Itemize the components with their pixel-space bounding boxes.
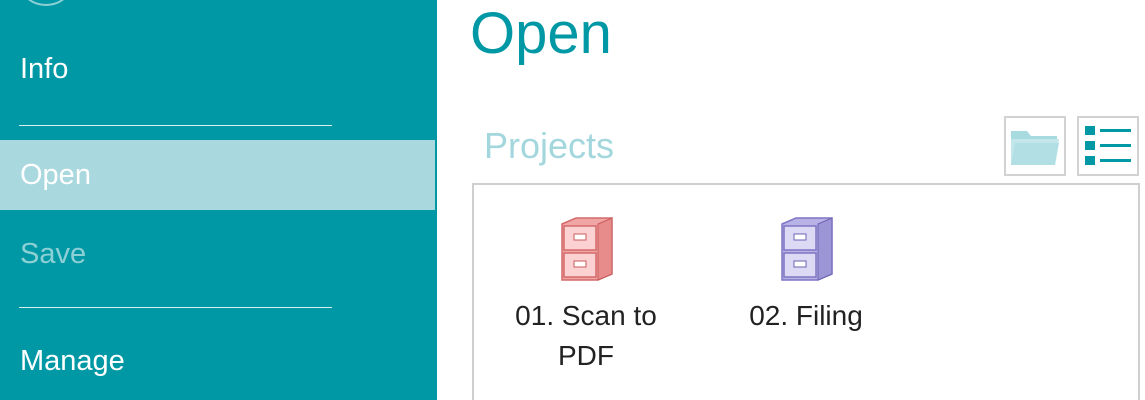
sidebar: Info Open Save Manage (0, 0, 437, 400)
back-button[interactable] (22, 0, 70, 6)
folder-icon (1011, 131, 1059, 165)
list-view-button[interactable] (1077, 116, 1139, 176)
sidebar-item-label: Info (20, 52, 69, 85)
list-view-icon (1085, 126, 1131, 165)
sidebar-divider (19, 307, 332, 308)
cabinet-red-icon (561, 217, 613, 281)
sidebar-item-label: Manage (20, 344, 125, 377)
project-label: 01. Scan to PDF (515, 300, 657, 371)
browse-folder-button[interactable] (1004, 116, 1066, 176)
sidebar-item-open[interactable]: Open (0, 140, 435, 210)
sidebar-item-manage[interactable]: Manage (0, 326, 435, 396)
sidebar-item-info[interactable]: Info (0, 34, 435, 104)
sidebar-item-label: Open (20, 158, 91, 191)
cabinet-purple-icon (781, 217, 833, 281)
project-label: 02. Filing (749, 300, 863, 331)
sidebar-item-save[interactable]: Save (0, 219, 435, 289)
sidebar-item-label: Save (20, 237, 87, 270)
section-title: Projects (484, 125, 615, 166)
page-title: Open (470, 1, 612, 66)
sidebar-divider (19, 125, 332, 126)
project-item[interactable]: 02. Filing (716, 216, 896, 336)
project-item[interactable]: 01. Scan to PDF (496, 216, 676, 376)
